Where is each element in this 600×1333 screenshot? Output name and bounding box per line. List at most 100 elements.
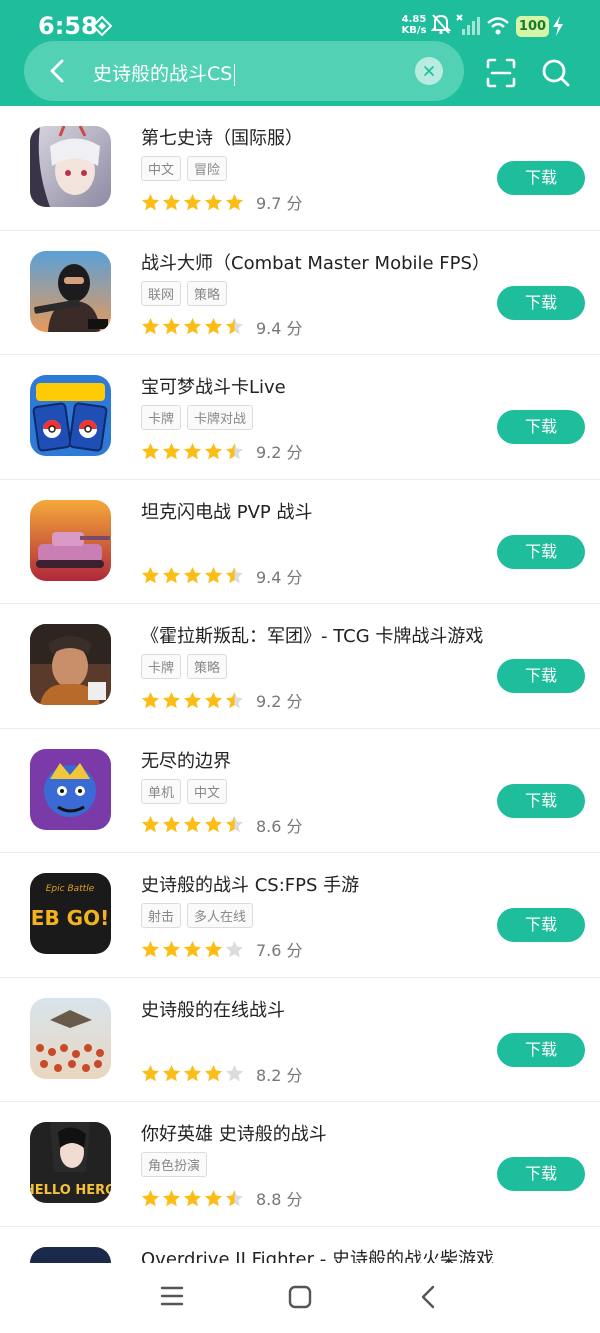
app-name[interactable]: 战斗大师（Combat Master Mobile FPS） [141,249,490,275]
score-unit: 分 [286,318,303,338]
star-full-icon [204,566,223,584]
star-full-icon [225,193,244,210]
star-full-icon [204,442,223,459]
download-button[interactable]: 下载 [497,410,585,444]
clear-search-button[interactable] [415,57,443,85]
score-unit: 分 [286,194,303,213]
star-full-icon [183,317,202,335]
app-score: 9.2 分 [256,439,303,463]
search-query-text: 史诗般的战斗CS [93,63,233,85]
app-tags: 射击 多人在线 [141,903,254,928]
download-button[interactable]: 下载 [497,534,585,569]
app-icon-epic-seven[interactable] [30,126,111,207]
list-item[interactable]: 《霍拉斯叛乱：军团》- TCG 卡牌战斗游戏 卡牌 策略 9.2 分 下载 [0,604,600,729]
score-unit: 分 [286,692,303,711]
app-tags: 单机 中文 [141,778,228,804]
app-icon-horus-heresy[interactable] [30,624,111,705]
app-icon-hello-hero[interactable]: HELLO HERO [30,1122,111,1203]
app-tag: 单机 [141,778,182,804]
app-icon-epic-online-battle[interactable] [30,997,111,1079]
app-tag: 射击 [141,903,182,928]
status-time: 6:58 [38,12,98,40]
list-item[interactable]: 第七史诗（国际服） 中文 冒险 9.7 分 下载 [0,106,600,231]
app-icon-tank-blitz[interactable] [30,499,111,581]
star-full-icon [162,1064,181,1082]
score-value: 8.6 [256,816,282,836]
download-button[interactable]: 下载 [497,161,585,195]
menu-icon[interactable] [160,1285,184,1307]
star-full-icon [183,1064,202,1082]
score-value: 7.6 [256,941,282,960]
download-button[interactable]: 下载 [497,783,585,818]
star-empty-icon [225,940,244,957]
app-icon-epic-battle-cs[interactable]: Epic Battle EB GO! [30,873,111,954]
list-item[interactable]: 史诗般的在线战斗 8.2 分 下载 [0,978,600,1102]
icon-caption: Epic Battle [46,884,95,894]
app-score: 9.4 分 [256,315,303,339]
download-button[interactable]: 下载 [497,908,585,942]
star-half-icon [225,566,244,584]
app-name[interactable]: 坦克闪电战 PVP 战斗 [141,498,312,524]
nav-back-icon[interactable] [418,1285,438,1309]
net-speed: 4.85 KB/s [399,14,429,36]
list-item[interactable]: 无尽的边界 单机 中文 8.6 分 下载 [0,729,600,853]
list-item[interactable]: HELLO HERO 你好英雄 史诗般的战斗 角色扮演 8.8 分 下载 [0,1102,600,1227]
download-button[interactable]: 下载 [497,1157,585,1191]
star-half-icon [225,691,244,708]
app-score: 8.2 分 [256,1062,303,1086]
app-name[interactable]: 第七史诗（国际服） [141,124,303,150]
wifi-icon [487,17,509,35]
star-full-icon [141,1189,160,1206]
star-full-icon [183,566,202,584]
star-half-icon [225,317,244,335]
app-tags: 卡牌 策略 [141,654,228,679]
score-value: 9.4 [256,567,282,587]
system-nav-bar [0,1263,600,1333]
list-item[interactable]: Epic Battle EB GO! 史诗般的战斗 CS:FPS 手游 射击 多… [0,853,600,978]
charging-bolt-icon [553,16,563,36]
app-rating: 8.6 分 [141,813,303,837]
app-rating: 9.2 分 [141,439,303,463]
search-bar[interactable]: 史诗般的战斗CS [24,41,464,101]
star-rating [141,940,244,959]
list-item[interactable]: 宝可梦战斗卡Live 卡牌 卡牌对战 9.2 分 下载 [0,355,600,480]
list-item[interactable]: 战斗大师（Combat Master Mobile FPS） 联网 策略 9.4… [0,231,600,355]
star-full-icon [183,1189,202,1206]
app-icon-pokemon-tcg-live[interactable] [30,375,111,456]
star-rating [141,691,244,710]
shield-diamond-icon [92,16,112,36]
app-score: 8.8 分 [256,1186,303,1210]
download-button[interactable]: 下载 [497,1032,585,1067]
star-full-icon [204,940,223,957]
scan-icon[interactable] [486,58,516,88]
app-name[interactable]: 宝可梦战斗卡Live [141,373,286,399]
search-icon[interactable] [541,58,571,88]
app-name[interactable]: 你好英雄 史诗般的战斗 [141,1120,327,1146]
score-unit: 分 [286,567,303,587]
back-arrow-icon[interactable] [44,57,72,85]
star-full-icon [141,815,160,833]
app-icon-endless-frontier[interactable] [30,748,111,830]
app-name[interactable]: 史诗般的战斗 CS:FPS 手游 [141,871,359,897]
star-full-icon [141,940,160,957]
home-icon[interactable] [288,1285,312,1309]
app-score: 9.2 分 [256,688,303,712]
score-unit: 分 [286,816,303,836]
search-input[interactable]: 史诗般的战斗CS [93,59,236,86]
app-name[interactable]: 史诗般的在线战斗 [141,996,285,1022]
score-unit: 分 [286,443,303,462]
app-rating: 9.7 分 [141,190,303,214]
score-value: 9.2 [256,692,282,711]
star-full-icon [141,193,160,210]
download-button[interactable]: 下载 [497,285,585,320]
app-name[interactable]: 《霍拉斯叛乱：军团》- TCG 卡牌战斗游戏 [141,622,483,648]
app-tag: 中文 [141,156,182,181]
download-button[interactable]: 下载 [497,659,585,693]
list-item-partial[interactable]: Overdrive II Fighter - 史诗般的战火柴游戏 [0,1227,600,1270]
list-item[interactable]: 坦克闪电战 PVP 战斗 9.4 分 下载 [0,480,600,604]
star-rating [141,1064,244,1083]
star-half-icon [225,815,244,833]
score-value: 8.2 [256,1065,282,1085]
app-icon-combat-master[interactable] [30,250,111,332]
app-name[interactable]: 无尽的边界 [141,747,231,773]
